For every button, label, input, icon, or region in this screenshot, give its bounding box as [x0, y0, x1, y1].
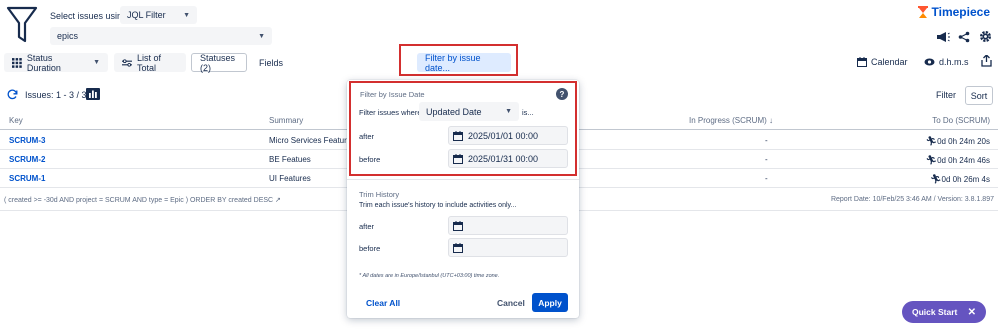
filter-select[interactable]: epics ▼ — [50, 27, 272, 45]
trim-history-title: Trim History — [359, 190, 400, 199]
timepiece-logo-icon — [917, 6, 928, 18]
eye-icon — [924, 58, 935, 66]
fields-button[interactable]: Fields — [259, 58, 283, 68]
in-progress-header-label: In Progress (SCRUM) — [689, 116, 767, 125]
export-icon[interactable] — [981, 55, 992, 67]
apply-label: Apply — [538, 297, 562, 308]
quick-start-label: Quick Start — [912, 307, 958, 317]
bar-chart-icon[interactable] — [86, 88, 100, 100]
issue-date-section-highlight — [349, 81, 577, 176]
todo-duration: 0d 0h 26m 4s — [941, 175, 990, 184]
popup-divider — [347, 179, 579, 180]
list-of-total-button[interactable]: List of Total — [114, 52, 186, 73]
gear-icon[interactable] — [979, 30, 992, 43]
refresh-icon[interactable] — [7, 89, 18, 100]
issue-summary: UI Features — [269, 174, 311, 183]
filter-button[interactable]: Filter — [936, 90, 956, 100]
calendar-button[interactable]: Calendar — [857, 57, 908, 67]
status-duration-button[interactable]: Status Duration ▼ — [4, 52, 108, 73]
dhms-label: d.h.m.s — [939, 57, 969, 67]
cancel-button[interactable]: Cancel — [497, 298, 525, 308]
trim-history-description: Trim each issue's history to include act… — [359, 202, 517, 209]
announcement-icon[interactable] — [936, 31, 950, 43]
quick-start-button[interactable]: Quick Start ✕ — [902, 301, 986, 323]
filter-by-issue-date-button[interactable]: Filter by issue date... — [417, 52, 511, 73]
statuses-button[interactable]: Statuses (2) — [191, 52, 247, 73]
clear-all-button[interactable]: Clear All — [366, 298, 400, 308]
in-progress-value: - — [765, 155, 768, 164]
todo-value: 🏃︎0d 0h 26m 4s — [930, 174, 990, 185]
chevron-down-icon: ▼ — [93, 59, 100, 66]
trim-after-label: after — [359, 222, 375, 231]
filter-by-issue-date-label: Filter by issue date... — [425, 52, 481, 73]
jql-filter-value: JQL Filter — [127, 10, 166, 20]
issue-summary: Micro Services Features — [269, 136, 356, 145]
report-date: Report Date: 10/Feb/25 3:46 AM / Version… — [830, 196, 994, 203]
todo-duration: 0d 0h 24m 20s — [937, 137, 990, 146]
sort-button[interactable]: Sort — [965, 86, 993, 105]
filter-select-value: epics — [57, 31, 79, 41]
todo-value: 🏃︎0d 0h 24m 20s — [926, 136, 990, 147]
timepiece-logo: Timepiece — [916, 5, 990, 19]
in-progress-value: - — [765, 136, 768, 145]
column-header-summary[interactable]: Summary — [269, 116, 303, 125]
jql-text: ( created >= -30d AND project = SCRUM AN… — [4, 197, 274, 204]
close-icon[interactable]: ✕ — [968, 307, 976, 318]
sliders-icon — [122, 58, 132, 67]
issue-key-link[interactable]: SCRUM-2 — [9, 155, 45, 164]
external-link-icon: ↗ — [275, 197, 281, 204]
todo-value: 🏃︎0d 0h 24m 46s — [926, 155, 990, 166]
dhms-button[interactable]: d.h.m.s — [924, 57, 969, 67]
timezone-note: * All dates are in Europe/Istanbul (UTC+… — [359, 273, 500, 279]
issue-summary: BE Featues — [269, 155, 311, 164]
column-header-key[interactable]: Key — [9, 116, 23, 125]
trim-before-label: before — [359, 244, 381, 253]
issues-count: Issues: 1 - 3 / 3 — [25, 90, 87, 100]
calendar-icon — [857, 57, 867, 67]
issue-key-link[interactable]: SCRUM-1 — [9, 174, 45, 183]
running-icon: 🏃︎ — [925, 136, 938, 146]
chevron-down-icon: ▼ — [183, 11, 190, 19]
status-duration-label: Status Duration — [26, 52, 61, 73]
grid-icon — [12, 57, 22, 68]
list-of-total-label: List of Total — [136, 52, 161, 73]
jql-filter-select[interactable]: JQL Filter ▼ — [120, 6, 197, 24]
todo-duration: 0d 0h 24m 46s — [937, 156, 990, 165]
running-icon: 🏃︎ — [925, 155, 938, 165]
trim-after-date-field[interactable] — [448, 216, 568, 235]
filter-funnel-icon — [6, 5, 38, 45]
jql-query-text[interactable]: ( created >= -30d AND project = SCRUM AN… — [4, 196, 281, 204]
arrow-down-icon: ↓ — [769, 116, 774, 125]
statuses-label: Statuses (2) — [200, 52, 236, 73]
issue-key-link[interactable]: SCRUM-3 — [9, 136, 45, 145]
share-icon[interactable] — [958, 31, 970, 43]
calendar-label: Calendar — [871, 57, 908, 67]
select-issues-label: Select issues using — [50, 11, 128, 21]
column-header-in-progress[interactable]: In Progress (SCRUM) ↓ — [689, 116, 773, 125]
apply-button[interactable]: Apply — [532, 293, 568, 312]
trim-before-date-field[interactable] — [448, 238, 568, 257]
running-icon: 🏃︎ — [930, 174, 942, 184]
brand-name: Timepiece — [931, 5, 990, 19]
in-progress-value: - — [765, 174, 768, 183]
column-header-todo[interactable]: To Do (SCRUM) — [932, 116, 990, 125]
chevron-down-icon: ▼ — [258, 32, 265, 40]
calendar-icon — [453, 242, 463, 253]
sort-label: Sort — [970, 90, 988, 101]
calendar-icon — [453, 220, 463, 231]
